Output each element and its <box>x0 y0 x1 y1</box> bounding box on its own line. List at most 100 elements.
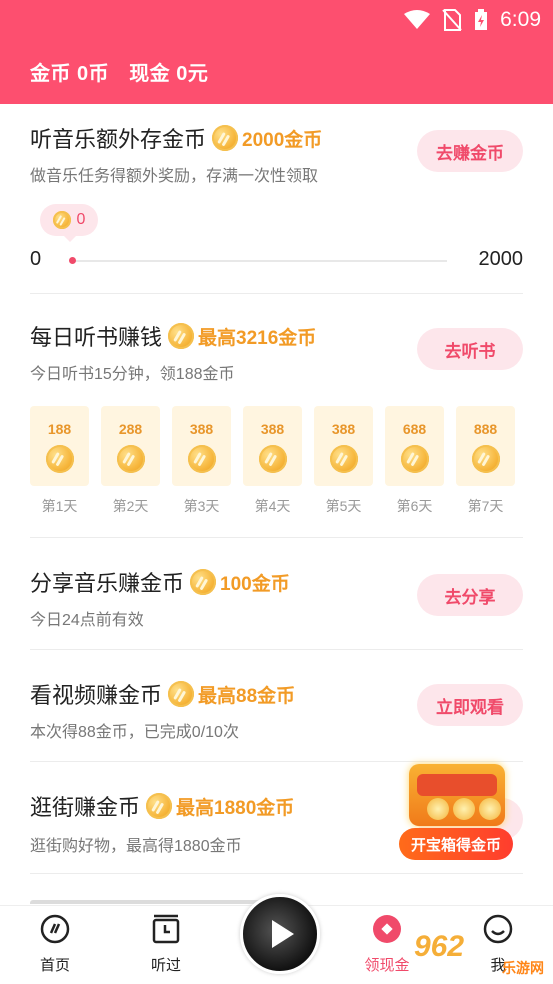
day-reward-2: 288 第2天 <box>101 406 160 516</box>
task-reward: 最高3216金币 <box>198 327 317 349</box>
home-disc-icon <box>40 914 70 944</box>
watermark-logo: 962 乐游网 <box>414 930 550 978</box>
coin-icon <box>471 445 500 473</box>
play-button[interactable] <box>240 894 320 974</box>
task-reward: 2000金币 <box>242 129 323 151</box>
cash-balance: 现金 0元 <box>129 63 209 85</box>
day-reward-box: 388 <box>314 406 373 486</box>
play-icon <box>272 920 294 948</box>
task-desc: 本次得88金币，已完成0/10次 <box>30 724 239 741</box>
nav-get-cash-label: 领现金 <box>364 957 410 974</box>
history-calendar-icon <box>151 914 181 944</box>
progress-bubble: 0 <box>40 204 98 242</box>
treasure-label: 开宝箱得金币 <box>399 828 513 860</box>
progress-min: 0 <box>30 248 42 270</box>
task-title: 每日听书赚钱 <box>30 325 163 350</box>
task-daily-listen: 每日听书赚钱 最高3216金币 今日听书15分钟，领188金币 去听书 188 第… <box>0 294 553 538</box>
share-button[interactable]: 去分享 <box>417 574 523 616</box>
day-reward-7: 888 第7天 <box>456 406 515 516</box>
task-title-row: 分享音乐赚金币 100金币 <box>30 566 290 598</box>
task-title-placeholder <box>30 900 270 904</box>
day-reward-label: 第3天 <box>183 498 220 514</box>
chest-coin-icon <box>427 798 449 820</box>
day-reward-label: 第2天 <box>112 498 149 514</box>
task-share-music: 分享音乐赚金币 100金币 今日24点前有效 去分享 <box>0 538 553 650</box>
task-desc: 今日听书15分钟，领188金币 <box>30 366 235 383</box>
status-bar: 6:09 <box>404 8 541 32</box>
task-title-row: 听音乐额外存金币 2000金币 <box>30 122 322 154</box>
nav-home-label: 首页 <box>39 957 70 974</box>
watch-now-button[interactable]: 立即观看 <box>417 684 523 726</box>
day-reward-box: 388 <box>172 406 231 486</box>
watermark-text: 962 <box>414 930 465 963</box>
savings-progress: 0 0 2000 <box>30 204 524 276</box>
day-reward-value: 688 <box>402 421 427 437</box>
task-reward: 100金币 <box>220 573 290 595</box>
chest-coin-icon <box>453 798 475 820</box>
day-reward-box: 288 <box>101 406 160 486</box>
day-reward-value: 388 <box>260 421 285 437</box>
status-time: 6:09 <box>500 8 541 31</box>
day-reward-label: 第7天 <box>467 498 504 514</box>
balance-summary: 金币 0币 现金 0元 <box>30 57 208 86</box>
task-music-savings: 听音乐额外存金币 2000金币 做音乐任务得额外奖励，存满一次性领取 去赚金币 … <box>0 104 553 294</box>
treasure-chest-button[interactable]: 开宝箱得金币 <box>397 762 517 862</box>
day-reward-label: 第6天 <box>396 498 433 514</box>
coin-icon <box>329 445 358 473</box>
day-reward-value: 888 <box>473 421 498 437</box>
earn-coins-button[interactable]: 去赚金币 <box>417 130 523 172</box>
day-reward-value: 288 <box>118 421 143 437</box>
wifi-icon <box>404 10 431 29</box>
coin-icon <box>258 445 287 473</box>
day-reward-6: 688 第6天 <box>385 406 444 516</box>
nav-home[interactable]: 首页 <box>15 914 95 975</box>
divider <box>30 873 523 874</box>
day-reward-label: 第4天 <box>254 498 291 514</box>
day-reward-value: 188 <box>47 421 72 437</box>
coin-balance: 金币 0币 <box>30 63 110 85</box>
nav-history[interactable]: 听过 <box>126 914 206 975</box>
progress-current: 0 <box>76 211 86 228</box>
day-reward-3: 388 第3天 <box>172 406 231 516</box>
coin-icon <box>52 211 71 229</box>
task-desc: 逛街购好物，最高得1880金币 <box>30 838 242 855</box>
day-reward-box: 388 <box>243 406 302 486</box>
day-reward-box: 188 <box>30 406 89 486</box>
task-title-row: 每日听书赚钱 最高3216金币 <box>30 320 316 352</box>
coin-icon <box>187 445 216 473</box>
task-title: 分享音乐赚金币 <box>30 571 185 596</box>
coin-icon <box>45 445 74 473</box>
watermark-sub: 乐游网 <box>502 960 544 976</box>
coin-icon <box>190 569 217 595</box>
task-title-row: 逛街赚金币 最高1880金币 <box>30 790 294 822</box>
day-reward-value: 388 <box>189 421 214 437</box>
task-title: 看视频赚金币 <box>30 683 163 708</box>
progress-track <box>72 260 447 262</box>
task-title: 逛街赚金币 <box>30 795 141 820</box>
task-reward: 最高88金币 <box>198 685 296 707</box>
day-reward-4: 388 第4天 <box>243 406 302 516</box>
chest-coin-icon <box>479 798 501 820</box>
day-reward-box: 888 <box>456 406 515 486</box>
daily-rewards: 188 第1天 288 第2天 388 第3天 388 第4天 388 第5天 688 第6天 888 第… <box>30 406 515 516</box>
coin-icon <box>400 445 429 473</box>
chest-lid <box>417 774 497 796</box>
day-reward-label: 第5天 <box>325 498 362 514</box>
top-header: 6:09 金币 0币 现金 0元 <box>0 0 553 104</box>
progress-indicator <box>69 257 76 264</box>
day-reward-box: 688 <box>385 406 444 486</box>
coin-icon <box>116 445 145 473</box>
no-sim-icon <box>442 9 462 31</box>
day-reward-1: 188 第1天 <box>30 406 89 516</box>
coin-icon <box>168 323 195 349</box>
listen-book-button[interactable]: 去听书 <box>417 328 523 370</box>
coin-icon <box>168 681 195 707</box>
task-title: 听音乐额外存金币 <box>30 127 207 152</box>
task-title-row: 看视频赚金币 最高88金币 <box>30 678 295 710</box>
task-desc: 今日24点前有效 <box>30 612 144 629</box>
progress-max: 2000 <box>478 248 524 270</box>
day-reward-5: 388 第5天 <box>314 406 373 516</box>
coin-icon <box>146 793 173 819</box>
day-reward-label: 第1天 <box>41 498 78 514</box>
task-watch-video: 看视频赚金币 最高88金币 本次得88金币，已完成0/10次 立即观看 <box>0 650 553 762</box>
